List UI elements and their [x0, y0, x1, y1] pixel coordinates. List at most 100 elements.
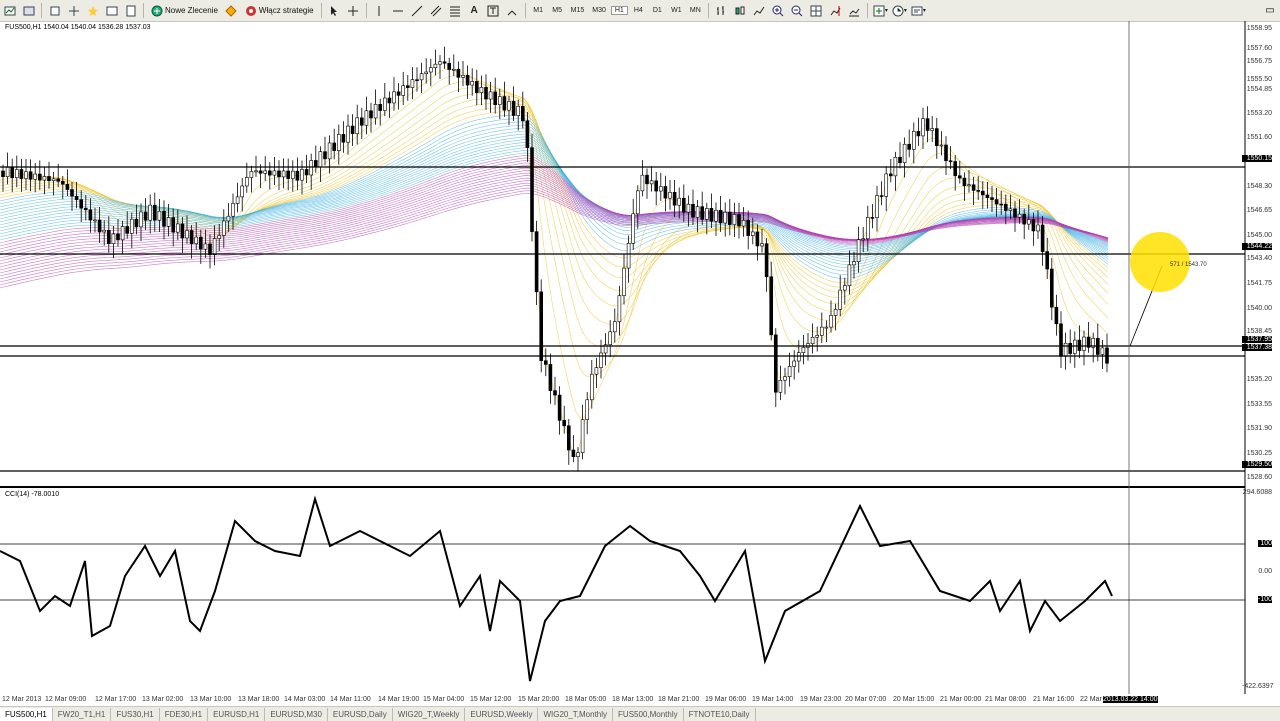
tile-windows-button[interactable] [808, 2, 825, 19]
timeframe-m15[interactable]: M15 [568, 2, 588, 19]
tab-fus500-h1[interactable]: FUS500,H1 [0, 707, 53, 721]
tab-fde30-h1[interactable]: FDE30,H1 [160, 707, 209, 721]
tab-wig20-weekly[interactable]: WIG20_T,Weekly [393, 707, 466, 721]
candle-body [755, 231, 760, 247]
candle-body [695, 206, 700, 218]
templates-button[interactable]: ▾ [910, 2, 927, 19]
profiles-button[interactable] [20, 2, 37, 19]
new-chart-button[interactable] [1, 2, 18, 19]
zoom-in-button[interactable] [770, 2, 787, 19]
timeframe-h4[interactable]: H4 [630, 2, 647, 19]
candle-body [594, 367, 599, 375]
candle-body [300, 169, 304, 181]
candle-body [617, 295, 622, 323]
candle-body [1100, 347, 1105, 355]
chart-shift-button[interactable] [827, 2, 844, 19]
indicators-button[interactable]: ▾ [872, 2, 889, 19]
candle-body [898, 156, 902, 163]
bar-chart-button[interactable] [713, 2, 730, 19]
trendline-button[interactable] [409, 2, 426, 19]
ema-ribbon-line [0, 187, 1109, 283]
candle-body [737, 214, 741, 227]
text-tool-button[interactable]: A [466, 2, 483, 19]
candle-body [263, 170, 268, 174]
candle-body [985, 194, 990, 198]
terminal-button[interactable] [103, 2, 120, 19]
timeframe-h1[interactable]: H1 [610, 2, 628, 19]
candle-body [212, 238, 217, 255]
vertical-line-button[interactable] [371, 2, 388, 19]
candle-body [980, 190, 985, 196]
timeframe-d1[interactable]: D1 [649, 2, 666, 19]
cursor-tool-button[interactable] [326, 2, 343, 19]
new-order-button[interactable]: Nowe Zlecenie [148, 2, 221, 19]
meta-editor-button[interactable] [223, 2, 240, 19]
tab-eurusd-weekly[interactable]: EURUSD,Weekly [465, 707, 539, 721]
candle-body [562, 420, 567, 427]
tester-button[interactable] [122, 2, 139, 19]
candle-body [1036, 224, 1040, 232]
candle-body [428, 67, 433, 73]
candle-chart-button[interactable] [732, 2, 749, 19]
text-label-button[interactable] [485, 2, 502, 19]
arrows-button[interactable] [504, 2, 521, 19]
price-tick-label: 1541.75 [1246, 279, 1272, 287]
candle-body [516, 105, 521, 116]
cci-line [0, 495, 1113, 682]
market-watch-button[interactable] [46, 2, 63, 19]
tab-fus500-monthly[interactable]: FUS500,Monthly [613, 707, 684, 721]
tab-eurusd-h1[interactable]: EURUSD,H1 [208, 707, 266, 721]
tab-eurusd-m30[interactable]: EURUSD,M30 [265, 707, 328, 721]
crosshair-tool-button[interactable] [345, 2, 362, 19]
candle-body [465, 74, 470, 86]
candle-body [999, 203, 1004, 206]
timeframe-mn-label: MN [689, 7, 701, 14]
line-chart-button[interactable] [751, 2, 768, 19]
autoscroll-button[interactable] [846, 2, 863, 19]
price-chart-canvas[interactable] [0, 21, 1280, 694]
timeframe-w1[interactable]: W1 [668, 2, 685, 19]
candle-body [668, 191, 672, 199]
candle-body [548, 364, 553, 391]
candle-body [19, 169, 24, 179]
candle-body [387, 97, 392, 104]
toolbar-separator [320, 3, 322, 18]
tab-fw20-t1-h1[interactable]: FW20_T1,H1 [53, 707, 112, 721]
fibonacci-button[interactable] [447, 2, 464, 19]
candle-body [842, 285, 847, 291]
candle-body [189, 230, 194, 244]
tab-ftnote10-daily[interactable]: FTNOTE10,Daily [684, 707, 756, 721]
candle-body [608, 331, 613, 346]
arrows-icon [507, 10, 517, 15]
candle-body [640, 174, 645, 192]
periods-button[interactable]: ▾ [891, 2, 908, 19]
candle-body [10, 167, 14, 178]
candle-body [410, 79, 415, 88]
zoom-out-button[interactable] [789, 2, 806, 19]
tab-eurusd-daily[interactable]: EURUSD,Daily [328, 707, 393, 721]
candle-body [396, 91, 401, 96]
timeframe-mn[interactable]: MN [687, 2, 704, 19]
timeframe-m1[interactable]: M1 [530, 2, 547, 19]
candle-body [934, 128, 939, 146]
data-window-button[interactable] [65, 2, 82, 19]
price-tick-label: 1533.55 [1246, 400, 1272, 408]
horizontal-line-button[interactable] [390, 2, 407, 19]
tab-fus30-h1[interactable]: FUS30,H1 [111, 707, 160, 721]
candle-body [645, 174, 649, 185]
candle-body [185, 230, 189, 239]
line-chart-icon [753, 6, 765, 15]
chart-window[interactable] [0, 21, 1280, 694]
close-chart-button[interactable]: ▭ [1260, 0, 1280, 21]
market-watch-icon [50, 6, 59, 15]
navigator-button[interactable] [84, 2, 101, 19]
channel-button[interactable] [428, 2, 445, 19]
new-order-icon [151, 5, 163, 16]
fibonacci-icon [450, 6, 461, 16]
enable-strategies-button[interactable]: Włącz strategie [242, 2, 317, 19]
candle-body [856, 239, 861, 262]
tab-wig20-monthly[interactable]: WIG20_T,Monthly [538, 707, 614, 721]
timeframe-m30[interactable]: M30 [589, 2, 609, 19]
timeframe-m5[interactable]: M5 [549, 2, 566, 19]
strategies-icon [245, 5, 256, 16]
